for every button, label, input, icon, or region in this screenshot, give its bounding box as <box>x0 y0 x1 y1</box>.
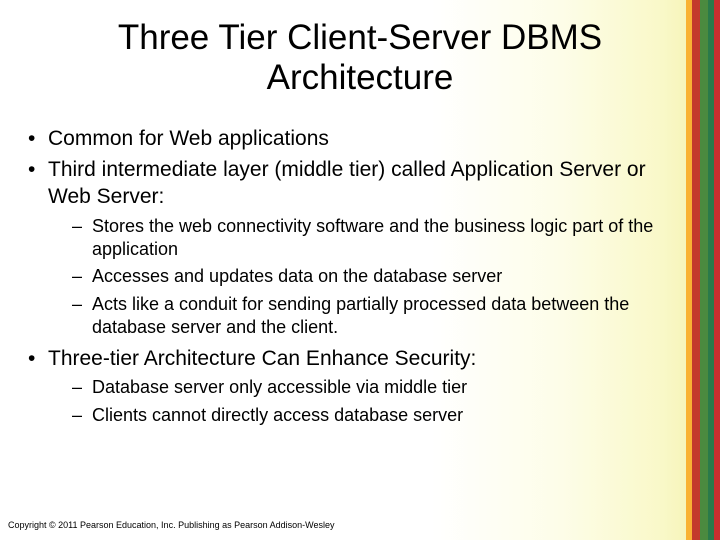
slide-title: Three Tier Client-Server DBMS Architectu… <box>60 18 660 99</box>
sub-bullet: Clients cannot directly access database … <box>48 404 672 427</box>
slide-content: Common for Web applications Third interm… <box>24 126 672 433</box>
slide: Three Tier Client-Server DBMS Architectu… <box>0 0 720 540</box>
decorative-stripes <box>686 0 720 540</box>
bullet-item: Third intermediate layer (middle tier) c… <box>24 157 672 340</box>
sub-bullet: Acts like a conduit for sending partiall… <box>48 293 672 340</box>
sub-bullet: Database server only accessible via midd… <box>48 376 672 399</box>
bullet-item: Three-tier Architecture Can Enhance Secu… <box>24 346 672 428</box>
bullet-text: Third intermediate layer (middle tier) c… <box>48 158 646 208</box>
copyright-text: Copyright © 2011 Pearson Education, Inc.… <box>8 520 335 530</box>
bullet-text: Three-tier Architecture Can Enhance Secu… <box>48 347 476 370</box>
bullet-text: Common for Web applications <box>48 127 329 150</box>
sub-bullet: Stores the web connectivity software and… <box>48 215 672 262</box>
sub-bullet: Accesses and updates data on the databas… <box>48 265 672 288</box>
bullet-item: Common for Web applications <box>24 126 672 153</box>
